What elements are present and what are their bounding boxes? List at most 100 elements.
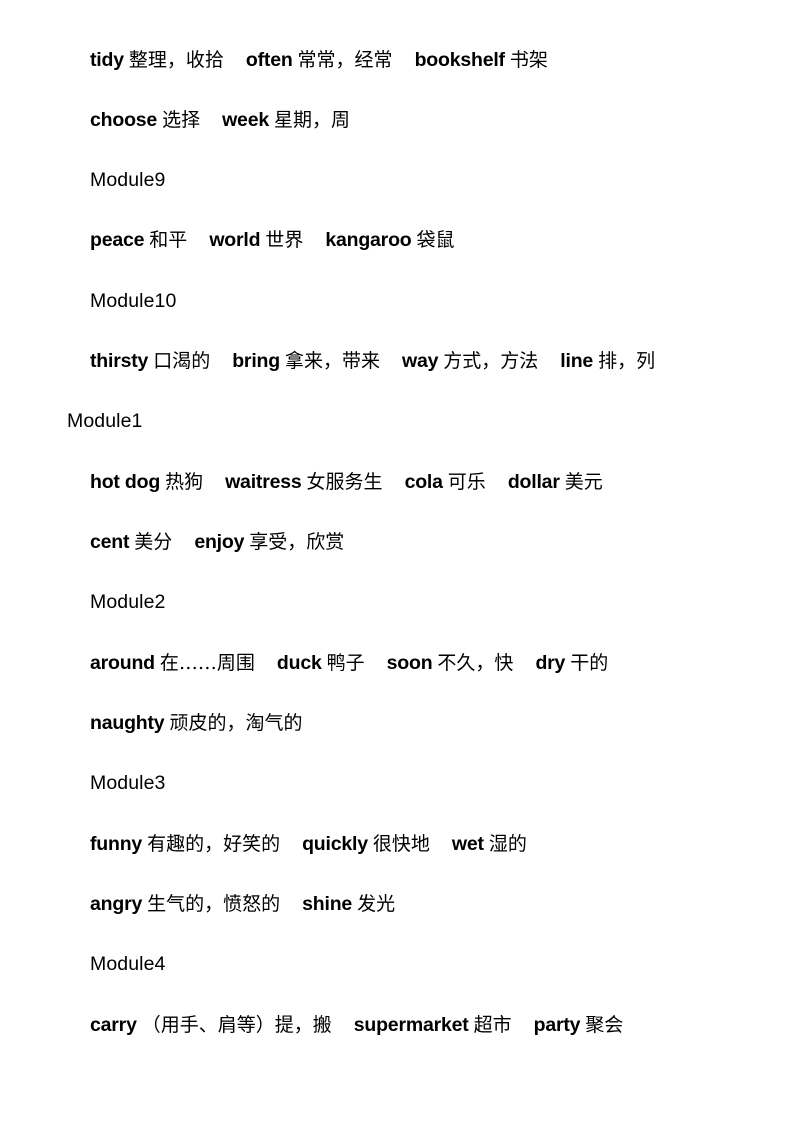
entry-chinese-gloss: 热狗 bbox=[165, 471, 204, 493]
entry-english-word: carry bbox=[90, 1014, 137, 1036]
entry-chinese-gloss: 美分 bbox=[134, 531, 173, 553]
vocabulary-entry: wet 湿的 bbox=[451, 833, 527, 855]
vocabulary-entry: party 聚会 bbox=[533, 1014, 624, 1036]
vocabulary-line: hot dog 热狗 waitress 女服务生 cola 可乐 dollar 美元 bbox=[0, 462, 794, 502]
entry-english-word: week bbox=[222, 109, 269, 131]
entry-english-word: bookshelf bbox=[414, 49, 505, 71]
entry-english-word: tidy bbox=[90, 49, 124, 71]
entry-chinese-gloss: 超市 bbox=[473, 1014, 512, 1036]
entry-chinese-gloss: 排，列 bbox=[598, 350, 656, 372]
entry-english-word: enjoy bbox=[194, 531, 245, 553]
vocabulary-line: naughty 顽皮的，淘气的 bbox=[0, 703, 794, 743]
module-heading-label: Module3 bbox=[90, 772, 166, 794]
entry-chinese-gloss: 整理，收拾 bbox=[128, 49, 224, 71]
vocabulary-entry: naughty 顽皮的，淘气的 bbox=[90, 712, 303, 734]
entry-chinese-gloss: （用手、肩等）提，搬 bbox=[141, 1014, 332, 1036]
vocabulary-entry: supermarket 超市 bbox=[353, 1014, 512, 1036]
vocabulary-entry: cola 可乐 bbox=[404, 471, 486, 493]
entry-chinese-gloss: 在……周围 bbox=[159, 652, 255, 674]
vocabulary-entry: choose 选择 bbox=[90, 109, 201, 131]
vocabulary-line: tidy 整理，收拾 often 常常，经常 bookshelf 书架 bbox=[0, 40, 794, 80]
entry-english-word: often bbox=[245, 49, 293, 71]
entry-chinese-gloss: 湿的 bbox=[488, 833, 527, 855]
vocabulary-entry: week 星期，周 bbox=[222, 109, 351, 131]
vocabulary-entry: bookshelf 书架 bbox=[414, 49, 548, 71]
vocabulary-entry: hot dog 热狗 bbox=[90, 471, 204, 493]
vocabulary-entry: bring 拿来，带来 bbox=[232, 350, 380, 372]
module-heading-label: Module4 bbox=[90, 953, 166, 975]
vocabulary-entry: dry 干的 bbox=[535, 652, 609, 674]
vocabulary-entry: waitress 女服务生 bbox=[225, 471, 382, 493]
entry-english-word: wet bbox=[451, 833, 484, 855]
vocabulary-line: funny 有趣的，好笑的 quickly 很快地 wet 湿的 bbox=[0, 824, 794, 864]
vocabulary-entry: dollar 美元 bbox=[507, 471, 603, 493]
module-heading: Module4 bbox=[0, 944, 794, 984]
module-heading: Module9 bbox=[0, 160, 794, 200]
entry-english-word: naughty bbox=[90, 712, 165, 734]
entry-english-word: dollar bbox=[507, 471, 560, 493]
vocabulary-entry: peace 和平 bbox=[90, 229, 188, 251]
module-heading: Module2 bbox=[0, 582, 794, 622]
module-heading: Module10 bbox=[0, 281, 794, 321]
entry-english-word: world bbox=[209, 229, 261, 251]
entry-english-word: bring bbox=[232, 350, 280, 372]
entry-chinese-gloss: 美元 bbox=[564, 471, 603, 493]
vocabulary-entry: carry （用手、肩等）提，搬 bbox=[90, 1014, 332, 1036]
entry-english-word: way bbox=[401, 350, 439, 372]
vocabulary-entry: around 在……周围 bbox=[90, 652, 255, 674]
entry-english-word: funny bbox=[90, 833, 143, 855]
vocabulary-entry: line 排，列 bbox=[560, 350, 656, 372]
entry-english-word: cola bbox=[404, 471, 443, 493]
entry-english-word: cent bbox=[90, 531, 130, 553]
entry-chinese-gloss: 不久，快 bbox=[437, 652, 514, 674]
vocabulary-entry: funny 有趣的，好笑的 bbox=[90, 833, 281, 855]
entry-chinese-gloss: 世界 bbox=[265, 229, 304, 251]
entry-english-word: line bbox=[560, 350, 594, 372]
entry-chinese-gloss: 可乐 bbox=[447, 471, 486, 493]
entry-chinese-gloss: 鸭子 bbox=[326, 652, 365, 674]
entry-chinese-gloss: 顽皮的，淘气的 bbox=[169, 712, 303, 734]
module-heading: Module1 bbox=[0, 401, 794, 441]
vocabulary-line: around 在……周围 duck 鸭子 soon 不久，快 dry 干的 bbox=[0, 643, 794, 683]
module-heading-label: Module1 bbox=[67, 410, 143, 432]
entry-english-word: waitress bbox=[225, 471, 302, 493]
entry-english-word: shine bbox=[302, 893, 353, 915]
entry-chinese-gloss: 聚会 bbox=[585, 1014, 624, 1036]
vocabulary-entry: soon 不久，快 bbox=[386, 652, 514, 674]
entry-english-word: around bbox=[90, 652, 155, 674]
entry-english-word: duck bbox=[276, 652, 322, 674]
entry-chinese-gloss: 有趣的，好笑的 bbox=[147, 833, 281, 855]
entry-english-word: party bbox=[533, 1014, 581, 1036]
module-heading-label: Module10 bbox=[90, 290, 177, 312]
entry-chinese-gloss: 发光 bbox=[357, 893, 396, 915]
entry-chinese-gloss: 享受，欣赏 bbox=[249, 531, 345, 553]
entry-english-word: supermarket bbox=[353, 1014, 469, 1036]
vocabulary-line: choose 选择 week 星期，周 bbox=[0, 100, 794, 140]
vocabulary-line: thirsty 口渴的 bring 拿来，带来 way 方式，方法 line 排，列 bbox=[0, 341, 794, 381]
entry-english-word: peace bbox=[90, 229, 145, 251]
vocabulary-entry: cent 美分 bbox=[90, 531, 173, 553]
entry-chinese-gloss: 星期，周 bbox=[274, 109, 351, 131]
entry-chinese-gloss: 干的 bbox=[570, 652, 609, 674]
vocabulary-line: angry 生气的，愤怒的 shine 发光 bbox=[0, 884, 794, 924]
entry-chinese-gloss: 和平 bbox=[149, 229, 188, 251]
document-page: tidy 整理，收拾 often 常常，经常 bookshelf 书架 choose 选择 we… bbox=[0, 0, 794, 1123]
entry-chinese-gloss: 很快地 bbox=[372, 833, 430, 855]
vocabulary-entry: often 常常，经常 bbox=[245, 49, 393, 71]
entry-english-word: dry bbox=[535, 652, 566, 674]
vocabulary-entry: kangaroo 袋鼠 bbox=[325, 229, 454, 251]
entry-chinese-gloss: 书架 bbox=[509, 49, 548, 71]
entry-chinese-gloss: 选择 bbox=[162, 109, 201, 131]
entry-english-word: soon bbox=[386, 652, 433, 674]
vocabulary-line: cent 美分 enjoy 享受，欣赏 bbox=[0, 522, 794, 562]
entry-chinese-gloss: 生气的，愤怒的 bbox=[147, 893, 281, 915]
vocabulary-line: carry （用手、肩等）提，搬 supermarket 超市 party 聚会 bbox=[0, 1005, 794, 1045]
vocabulary-entry: tidy 整理，收拾 bbox=[90, 49, 224, 71]
entry-english-word: hot dog bbox=[90, 471, 161, 493]
module-heading: Module3 bbox=[0, 763, 794, 803]
entry-chinese-gloss: 常常，经常 bbox=[297, 49, 393, 71]
vocabulary-entry: duck 鸭子 bbox=[276, 652, 365, 674]
entry-english-word: thirsty bbox=[90, 350, 149, 372]
entry-chinese-gloss: 拿来，带来 bbox=[284, 350, 380, 372]
vocabulary-entry: world 世界 bbox=[209, 229, 304, 251]
